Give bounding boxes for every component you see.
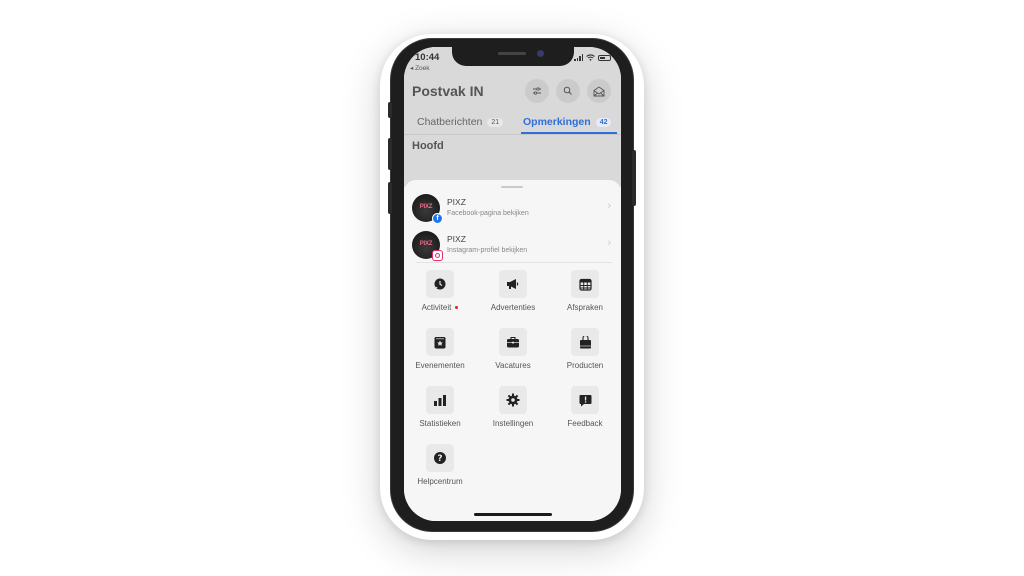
facebook-icon: f xyxy=(432,213,443,224)
search-icon xyxy=(563,86,572,95)
menu-item-evenementen[interactable]: Evenementen xyxy=(404,328,476,382)
feedback-icon xyxy=(579,394,591,406)
speaker xyxy=(498,52,526,55)
menu-item-advertenties[interactable]: Advertenties xyxy=(477,270,549,324)
tab-label: Opmerkingen xyxy=(523,116,591,128)
filter-button[interactable] xyxy=(525,79,549,103)
dimmed-background[interactable]: 10:44 ◂ Zoek Postvak IN Chatberichten 21 xyxy=(404,47,621,187)
menu-item-afspraken[interactable]: Afspraken xyxy=(549,270,621,324)
mute-switch xyxy=(388,102,392,118)
front-camera xyxy=(537,50,544,57)
phone-screen: 10:44 ◂ Zoek Postvak IN Chatberichten 21 xyxy=(404,47,621,521)
megaphone-icon xyxy=(507,279,519,289)
menu-item-label: Evenementen xyxy=(415,361,465,370)
avatar-logo-text: PIXZ xyxy=(419,204,433,210)
page-title: Postvak IN xyxy=(412,83,484,99)
shopping-bag-icon xyxy=(579,335,591,348)
svg-text:?: ? xyxy=(437,454,442,464)
menu-item-label: Vacatures xyxy=(495,361,531,370)
tab-count-badge: 21 xyxy=(487,117,504,127)
briefcase-icon xyxy=(507,336,519,348)
activity-clock-icon xyxy=(433,278,446,290)
menu-item-helpcentrum[interactable]: ? Helpcentrum xyxy=(404,444,476,498)
bottom-sheet: PIXZ f PIXZ Facebook-pagina bekijken › P… xyxy=(404,180,621,521)
section-title: Hoofd xyxy=(412,140,444,152)
signal-icon xyxy=(574,54,583,61)
page-name: PIXZ xyxy=(447,234,466,244)
chevron-right-icon: › xyxy=(607,237,611,249)
menu-item-label: Feedback xyxy=(567,419,603,428)
menu-item-label: Activiteit xyxy=(421,303,452,312)
event-star-icon xyxy=(434,336,446,348)
help-icon: ? xyxy=(434,452,446,464)
avatar: PIXZ f xyxy=(412,194,443,224)
chevron-right-icon: › xyxy=(607,200,611,212)
menu-item-instellingen[interactable]: Instellingen xyxy=(477,386,549,440)
avatar: PIXZ xyxy=(412,231,443,261)
notification-dot xyxy=(455,306,459,310)
battery-icon xyxy=(598,54,611,61)
search-button[interactable] xyxy=(556,79,580,103)
sliders-icon xyxy=(533,87,541,95)
status-time: 10:44 xyxy=(415,52,440,63)
menu-item-label: Instellingen xyxy=(492,419,534,428)
menu-item-label: Advertenties xyxy=(490,303,536,312)
status-icons xyxy=(574,54,611,61)
tab-count-badge: 42 xyxy=(595,117,612,127)
instagram-icon xyxy=(432,250,443,261)
notch xyxy=(452,47,574,66)
menu-item-label: Producten xyxy=(566,361,604,370)
tab-opmerkingen[interactable]: Opmerkingen 42 xyxy=(523,113,612,131)
menu-item-vacatures[interactable]: Vacatures xyxy=(477,328,549,382)
divider xyxy=(416,262,612,263)
sheet-grabber[interactable] xyxy=(501,186,523,188)
back-to-app-link[interactable]: ◂ Zoek xyxy=(410,64,430,72)
home-indicator[interactable] xyxy=(474,513,552,516)
calendar-icon xyxy=(578,278,592,291)
tab-chatberichten[interactable]: Chatberichten 21 xyxy=(417,113,504,131)
page-name: PIXZ xyxy=(447,197,466,207)
tab-label: Chatberichten xyxy=(417,116,483,128)
tab-bar: Chatberichten 21 Opmerkingen 42 xyxy=(404,113,621,135)
bar-chart-icon xyxy=(434,395,446,406)
volume-down-button xyxy=(388,182,392,214)
tab-divider xyxy=(404,134,621,135)
menu-item-producten[interactable]: Producten xyxy=(549,328,621,382)
menu-item-label: Afspraken xyxy=(566,303,604,312)
menu-item-feedback[interactable]: Feedback xyxy=(549,386,621,440)
page-subtitle: Facebook-pagina bekijken xyxy=(447,210,529,217)
menu-item-label: Helpcentrum xyxy=(417,477,463,486)
avatar-logo-text: PIXZ xyxy=(419,241,433,247)
page-row-facebook[interactable]: PIXZ f PIXZ Facebook-pagina bekijken › xyxy=(404,190,621,226)
mark-read-button[interactable] xyxy=(587,79,611,103)
power-button xyxy=(632,150,636,206)
page-subtitle: Instagram-profiel bekijken xyxy=(447,247,528,254)
menu-item-activiteit[interactable]: Activiteit xyxy=(404,270,476,324)
menu-item-statistieken[interactable]: Statistieken xyxy=(404,386,476,440)
volume-up-button xyxy=(388,138,392,170)
menu-item-label: Statistieken xyxy=(419,419,461,428)
envelope-open-icon xyxy=(593,85,605,96)
wifi-icon xyxy=(586,54,595,61)
gear-icon xyxy=(506,393,520,407)
page-row-instagram[interactable]: PIXZ PIXZ Instagram-profiel bekijken › xyxy=(404,227,621,263)
